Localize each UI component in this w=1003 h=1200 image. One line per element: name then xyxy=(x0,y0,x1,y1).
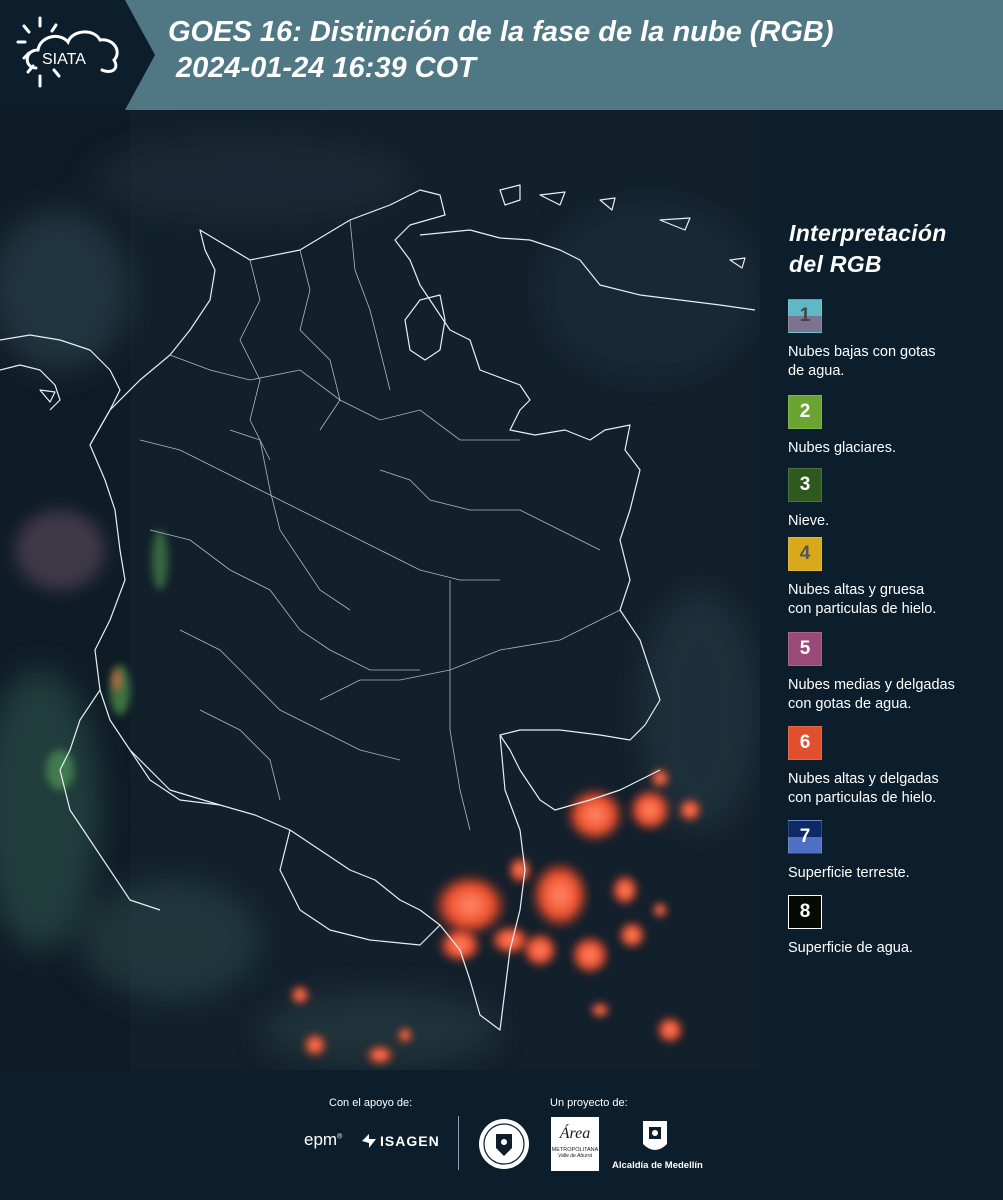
alcaldia-label: Alcaldía de Medellín xyxy=(612,1160,703,1171)
legend-item-4: 4 Nubes altas y gruesa con particulas de… xyxy=(788,537,998,619)
legend-text-4-line-1: Nubes altas y gruesa xyxy=(788,582,925,598)
legend-item-6: 6 Nubes altas y delgadas con particulas … xyxy=(788,726,998,808)
title-line-1: GOES 16: Distinción de la fase de la nub… xyxy=(168,16,834,48)
isagen-logo-text: ISAGEN xyxy=(380,1133,440,1149)
legend-text-6: Nubes altas y delgadas con particulas de… xyxy=(788,770,998,808)
legend-swatch-8: 8 xyxy=(788,895,822,929)
legend-title-line-2: del RGB xyxy=(789,251,882,277)
legend-text-4: Nubes altas y gruesa con particulas de h… xyxy=(788,581,998,619)
area-metropolitana-logo: Área METROPOLITANA Valle de Aburrá xyxy=(551,1117,599,1171)
legend-text-6-line-1: Nubes altas y delgadas xyxy=(788,771,939,787)
legend-swatch-7: 7 xyxy=(788,820,822,854)
legend-text-8: Superficie de agua. xyxy=(788,939,998,958)
legend-text-3: Nieve. xyxy=(788,512,998,531)
legend-swatch-6: 6 xyxy=(788,726,822,760)
footer: Con el apoyo de: Un proyecto de: epm® IS… xyxy=(0,1070,1003,1200)
area-logo-sub2: Valle de Aburrá xyxy=(557,1153,593,1159)
legend-text-3-line-1: Nieve. xyxy=(788,513,830,529)
title-line-2: 2024-01-24 16:39 COT xyxy=(176,52,476,84)
legend-item-8: 8 Superficie de agua. xyxy=(788,895,998,958)
legend-title-line-1: Interpretación xyxy=(789,220,947,246)
legend-number-2: 2 xyxy=(799,401,811,422)
legend-panel: Interpretación del RGB 1 Nubes bajas con… xyxy=(760,110,1003,1070)
legend-swatch-4: 4 xyxy=(788,537,822,571)
alcaldia-shield-icon xyxy=(643,1121,667,1150)
legend-title: Interpretación del RGB xyxy=(789,218,947,280)
legend-text-1: Nubes bajas con gotas de agua. xyxy=(788,343,998,381)
legend-item-7: 7 Superficie terreste. xyxy=(788,820,998,883)
legend-number-5: 5 xyxy=(799,638,811,659)
legend-swatch-1: 1 xyxy=(788,299,822,333)
legend-number-3: 3 xyxy=(799,474,811,495)
legend-text-5-line-1: Nubes medias y delgadas xyxy=(788,677,955,693)
area-logo-text: Área xyxy=(559,1125,591,1142)
legend-swatch-5: 5 xyxy=(788,632,822,666)
isagen-logo: ISAGEN xyxy=(360,1132,440,1150)
legend-number-1: 1 xyxy=(799,305,811,326)
legend-text-2: Nubes glaciares. xyxy=(788,439,998,458)
epm-logo: epm® xyxy=(304,1130,343,1149)
legend-item-2: 2 Nubes glaciares. xyxy=(788,395,998,458)
legend-text-5-line-2: con gotas de agua. xyxy=(788,696,912,712)
svg-text:SIATA: SIATA xyxy=(42,51,86,68)
legend-text-5: Nubes medias y delgadas con gotas de agu… xyxy=(788,676,998,714)
support-label: Con el apoyo de: xyxy=(329,1097,413,1109)
legend-number-4: 4 xyxy=(799,543,811,564)
legend-number-6: 6 xyxy=(799,732,811,753)
legend-text-8-line-1: Superficie de agua. xyxy=(788,940,913,956)
satellite-map xyxy=(0,110,760,1070)
legend-text-4-line-2: con particulas de hielo. xyxy=(788,601,937,617)
legend-item-3: 3 Nieve. xyxy=(788,468,998,531)
legend-swatch-3: 3 xyxy=(788,468,822,502)
legend-item-5: 5 Nubes medias y delgadas con gotas de a… xyxy=(788,632,998,714)
legend-number-8: 8 xyxy=(799,901,811,922)
header: SIATA GOES 16: Distinción de la fase de … xyxy=(0,0,1003,110)
legend-text-6-line-2: con particulas de hielo. xyxy=(788,790,937,806)
page-title: GOES 16: Distinción de la fase de la nub… xyxy=(168,14,834,86)
legend-text-2-line-1: Nubes glaciares. xyxy=(788,440,896,456)
legend-item-1: 1 Nubes bajas con gotas de agua. xyxy=(788,299,998,381)
legend-swatch-2: 2 xyxy=(788,395,822,429)
project-label: Un proyecto de: xyxy=(550,1097,628,1109)
siata-logo: SIATA xyxy=(14,14,124,94)
siata-sun-cloud-icon: SIATA xyxy=(16,16,119,88)
legend-text-7-line-1: Superficie terreste. xyxy=(788,865,910,881)
legend-number-7: 7 xyxy=(799,826,811,847)
epm-logo-text: epm xyxy=(304,1130,338,1149)
legend-text-1-line-2: de agua. xyxy=(788,363,845,379)
university-seal-icon xyxy=(479,1119,529,1169)
footer-divider xyxy=(458,1116,459,1170)
legend-text-1-line-1: Nubes bajas con gotas xyxy=(788,344,936,360)
map-image xyxy=(0,110,760,1070)
isagen-icon xyxy=(362,1134,376,1148)
legend-text-7: Superficie terreste. xyxy=(788,864,998,883)
